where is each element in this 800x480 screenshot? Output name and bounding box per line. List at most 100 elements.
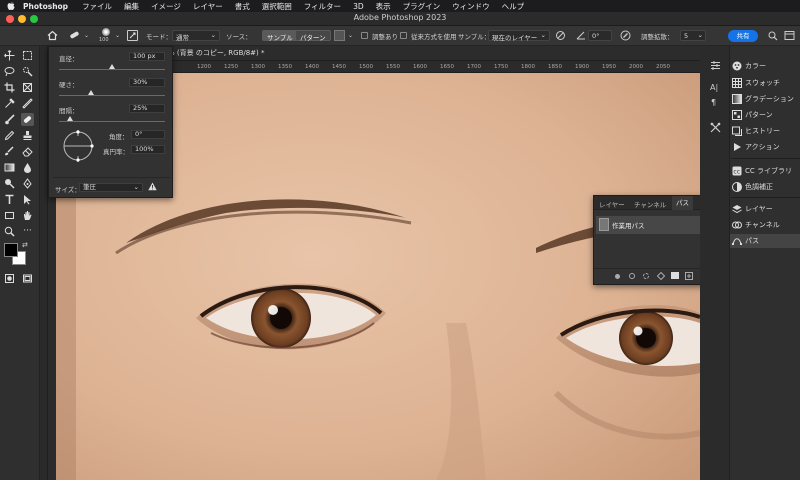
blur-tool-icon[interactable] [21,161,34,174]
brush-tool-icon[interactable] [3,113,16,126]
panel-item-actions[interactable]: アクション [732,140,800,154]
spacing-slider[interactable] [59,121,165,122]
apple-icon[interactable] [5,1,17,11]
move-tool-icon[interactable] [3,49,16,62]
home-icon[interactable] [47,30,58,43]
load-selection-icon[interactable] [643,273,649,279]
make-work-path-icon[interactable] [656,271,666,282]
menu-edit[interactable]: 編集 [124,1,139,12]
path-selection-tool-icon[interactable] [21,193,34,206]
menu-filter[interactable]: フィルター [304,1,341,12]
share-button[interactable]: 共有 [728,30,758,42]
angle-input[interactable]: 0° [131,130,165,139]
hardness-slider-knob[interactable] [87,90,94,95]
panel-item-channels[interactable]: チャンネル [732,218,800,232]
menu-image[interactable]: イメージ [151,1,181,12]
adjust-checkbox[interactable] [361,32,368,39]
size-control-select[interactable]: 筆圧 ⌄ [79,183,143,192]
stroke-path-icon[interactable] [629,273,635,279]
panel-item-history[interactable]: ヒストリー [732,124,800,138]
eyedropper-tool-icon[interactable] [3,97,16,110]
properties-panel-icon[interactable] [710,60,721,73]
diameter-slider[interactable] [59,69,165,70]
menu-layer[interactable]: レイヤー [193,1,223,12]
panel-item-gradients[interactable]: グラデーション [732,92,800,106]
screen-mode-icon[interactable] [21,272,34,285]
panel-item-cc-libraries[interactable]: cc CC ライブラリ [732,164,800,178]
chevron-down-icon[interactable]: ⌄ [115,32,120,39]
tab-channels[interactable]: チャンネル [634,199,666,209]
brush-angle-roundness-widget[interactable] [61,129,95,163]
pressure-size-icon[interactable] [620,30,631,43]
menu-help[interactable]: ヘルプ [502,1,525,12]
healing-brush-tool-icon[interactable] [21,113,34,126]
angle-input[interactable]: 0° [588,30,612,41]
hardness-slider[interactable] [59,95,165,96]
menu-window[interactable]: ウィンドウ [452,1,490,12]
tab-layers[interactable]: レイヤー [599,199,625,209]
dodge-tool-icon[interactable] [3,177,16,190]
menu-app-name[interactable]: Photoshop [23,2,68,11]
pattern-swatch[interactable] [334,30,345,41]
rectangle-tool-icon[interactable] [3,209,16,222]
menu-select[interactable]: 選択範囲 [262,1,292,12]
history-brush-tool-icon[interactable] [3,145,16,158]
tab-paths[interactable]: パス [672,196,693,210]
lasso-tool-icon[interactable] [3,65,16,78]
crop-tool-icon[interactable] [3,81,16,94]
menu-3d[interactable]: 3D [353,2,364,11]
hand-tool-icon[interactable] [21,209,34,222]
brush-preset-picker[interactable]: 100 [98,27,114,45]
document-tab[interactable]: % (背景 のコピー, RGB/8#) * [168,48,265,61]
spacing-slider-knob[interactable] [66,116,73,121]
type-tool-icon[interactable] [3,193,16,206]
spacing-input[interactable]: 25% [129,104,165,113]
frame-tool-icon[interactable] [21,81,34,94]
roundness-input[interactable]: 100% [131,145,165,154]
panel-item-adjustments[interactable]: 色調補正 [732,180,800,194]
menu-file[interactable]: ファイル [82,1,112,12]
ignore-adjustment-layers-icon[interactable] [555,30,566,43]
search-icon[interactable] [768,31,778,43]
foreground-color-swatch[interactable] [4,243,18,257]
pen-tool-icon[interactable] [21,177,34,190]
diffusion-input[interactable]: 5 ⌄ [680,30,706,41]
source-sample-button[interactable]: サンプル [262,30,298,42]
healing-brush-tool-icon[interactable] [68,29,82,43]
new-path-icon[interactable] [685,272,693,282]
hardness-input[interactable]: 30% [129,78,165,87]
workspace-icon[interactable] [784,30,795,43]
menu-type[interactable]: 書式 [235,1,250,12]
ruler-tool-icon[interactable] [21,97,34,110]
panel-item-layers[interactable]: レイヤー [732,202,800,216]
brush-settings-icon[interactable] [127,30,138,41]
mode-select[interactable]: 通常 ⌄ [172,30,220,42]
menu-plugins[interactable]: プラグイン [403,1,441,12]
add-mask-icon[interactable] [671,272,679,279]
quick-mask-icon[interactable] [3,272,16,285]
pencil-tool-icon[interactable] [3,129,16,142]
panel-item-swatches[interactable]: スウォッチ [732,76,800,90]
panel-item-paths[interactable]: パス [730,234,800,248]
gradient-tool-icon[interactable] [3,161,16,174]
zoom-tool-icon[interactable] [3,225,16,238]
character-panel-icon[interactable]: A| [710,83,718,92]
diameter-slider-knob[interactable] [109,64,115,69]
panel-item-color[interactable]: カラー [732,59,800,73]
clone-stamp-tool-icon[interactable] [21,129,34,142]
chevron-down-icon[interactable]: ⌄ [84,32,89,39]
swap-colors-icon[interactable]: ⇄ [22,241,28,249]
fill-path-icon[interactable] [615,274,620,279]
chevron-down-icon[interactable]: ⌄ [348,32,353,39]
legacy-checkbox[interactable] [400,32,407,39]
artboard-tool-icon[interactable] [21,49,34,62]
quick-selection-tool-icon[interactable] [21,65,34,78]
more-tools-icon[interactable]: ··· [21,225,34,238]
panel-item-patterns[interactable]: パターン [732,108,800,122]
tools-preset-icon[interactable] [710,122,721,135]
eraser-tool-icon[interactable] [21,145,34,158]
diameter-input[interactable]: 100 px [129,52,165,61]
paragraph-panel-icon[interactable]: ¶ [711,98,716,107]
source-pattern-button[interactable]: パターン [295,30,331,42]
sample-layer-select[interactable]: 現在のレイヤー ⌄ [488,30,550,42]
